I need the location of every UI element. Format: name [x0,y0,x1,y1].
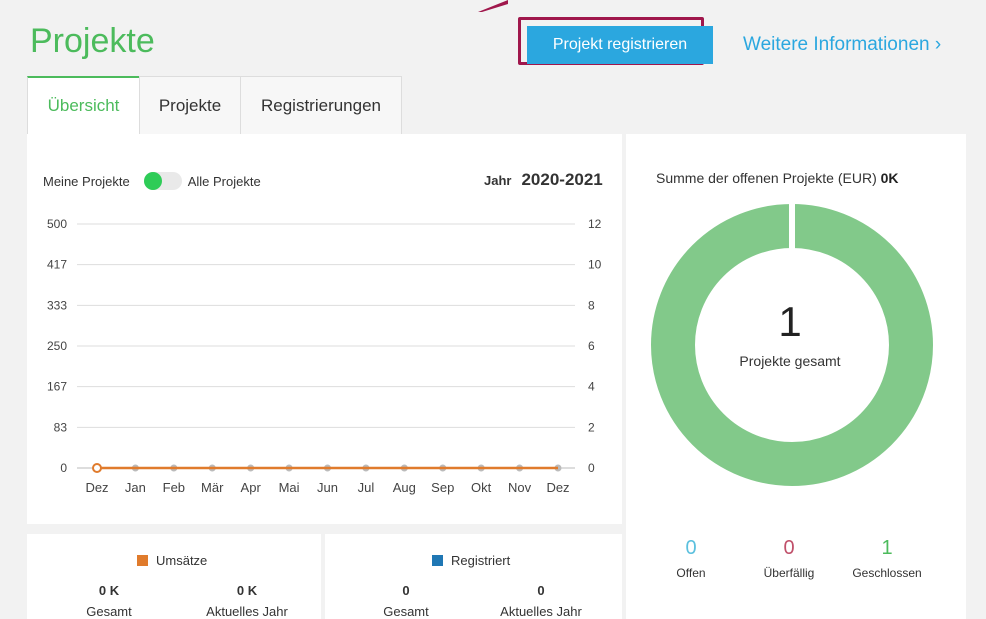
summary-title: Summe der offenen Projekte (EUR) 0K [656,170,899,186]
status-open-value: 0 [685,537,697,559]
registered-year-value: 0 [537,583,545,598]
status-overdue: 0 Überfällig [739,537,839,580]
registered-total-value: 0 [402,583,410,598]
x-tick-label: Okt [471,480,492,495]
y-right-tick-label: 6 [588,339,595,353]
status-closed-label: Geschlossen [852,566,922,580]
toggle-label-all: Alle Projekte [187,173,261,189]
revenue-point [92,463,102,473]
revenue-legend: Umsätze [137,553,207,568]
page-title: Projekte [30,22,155,60]
status-open-label: Offen [676,566,706,580]
tab-overview[interactable]: Übersicht [27,76,140,134]
y-left-tick-label: 417 [47,258,67,272]
x-tick-label: Sep [431,480,454,495]
total-projects-label: Projekte gesamt [739,353,841,369]
registered-legend-label: Registriert [451,553,511,568]
revenue-year-label: Aktuelles Jahr [206,604,288,619]
status-open: 0 Offen [641,537,741,580]
more-info-link[interactable]: Weitere Informationen › [743,34,941,56]
x-tick-label: Jun [317,480,338,495]
revenue-legend-swatch [137,555,148,566]
projects-line-chart: 500 12 417 10 333 8 250 6 167 4 83 2 0 0 Dez Jan Feb Mär A… [47,217,602,495]
y-left-tick-label: 333 [47,298,67,312]
y-right-tick-label: 2 [588,420,595,434]
x-tick-label: Apr [241,480,262,495]
revenue-stats: Umsätze 0 K 0 K Gesamt Aktuelles Jahr [27,534,321,619]
overview-panel: Meine Projekte Alle Projekte Jahr 2020-2… [27,134,622,524]
x-tick-label: Nov [508,480,532,495]
x-tick-label: Dez [85,480,108,495]
revenue-legend-label: Umsätze [156,553,208,568]
y-left-tick-label: 0 [60,461,67,475]
revenue-year-value: 0 K [236,583,258,598]
x-tick-label: Dez [546,480,569,495]
year-label: Jahr [484,173,512,188]
registered-legend-swatch [432,555,443,566]
x-tick-label: Feb [163,480,185,495]
y-right-tick-label: 0 [588,461,595,475]
registered-legend: Registriert [432,553,510,568]
y-left-tick-label: 83 [54,420,68,434]
status-overdue-label: Überfällig [763,566,815,580]
switch-knob [143,172,162,190]
pointer-arrow [478,0,508,12]
year-value: 2020-2021 [521,170,603,189]
x-tick-label: Mai [279,480,300,495]
y-left-tick-label: 167 [47,380,67,394]
donut-gap [789,200,795,250]
toggle-label-mine: Meine Projekte [43,173,130,189]
registered-stats: Registriert 0 0 Gesamt Aktuelles Jahr [325,534,622,619]
y-right-tick-label: 12 [588,217,602,231]
tab-projects[interactable]: Projekte [139,76,241,134]
x-tick-label: Mär [201,480,224,495]
y-right-tick-label: 10 [588,258,602,272]
status-closed-value: 1 [881,537,893,559]
y-right-tick-label: 4 [588,380,595,394]
scope-switch[interactable] [143,172,182,190]
registered-year-label: Aktuelles Jahr [500,604,582,619]
summary-title-text: Summe der offenen Projekte (EUR) [656,170,877,186]
revenue-total-value: 0 K [98,583,120,598]
y-left-tick-label: 250 [47,339,67,353]
x-tick-label: Jul [358,480,375,495]
year-display: Jahr 2020-2021 [484,170,603,190]
scope-toggle: Meine Projekte Alle Projekte [43,172,261,190]
status-closed: 1 Geschlossen [837,537,937,580]
x-tick-label: Aug [393,480,416,495]
y-right-tick-label: 8 [588,298,595,312]
status-overdue-value: 0 [783,537,795,559]
x-tick-label: Jan [125,480,146,495]
summary-amount: 0K [880,170,899,186]
tab-bar: Übersicht Projekte Registrierungen [27,76,402,134]
tab-registrations[interactable]: Registrierungen [240,76,402,134]
summary-panel: Summe der offenen Projekte (EUR) 0K 1 Pr… [626,134,966,619]
revenue-total-label: Gesamt [86,604,132,619]
register-project-button[interactable]: Projekt registrieren [527,26,713,64]
y-left-tick-label: 500 [47,217,67,231]
total-projects-number: 1 [778,298,802,345]
registered-total-label: Gesamt [383,604,429,619]
